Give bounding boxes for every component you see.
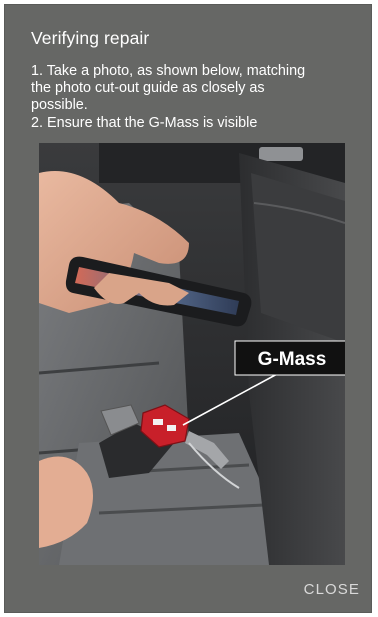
- dash-vent: [259, 147, 303, 161]
- close-button[interactable]: CLOSE: [304, 581, 360, 598]
- example-photo-illustration: G-Mass: [39, 143, 345, 565]
- example-photo: G-Mass: [39, 143, 345, 565]
- callout-label: G-Mass: [258, 349, 327, 370]
- instruction-line: the photo cut-out guide as closely as: [31, 80, 265, 97]
- instruction-line: possible.: [31, 97, 88, 114]
- instruction-line: 2. Ensure that the G-Mass is visible: [31, 114, 258, 131]
- verify-repair-dialog: Verifying repair 1. Take a photo, as sho…: [4, 4, 372, 613]
- instructions: 1. Take a photo, as shown below, matchin…: [31, 63, 361, 132]
- instruction-line: 1. Take a photo, as shown below, matchin…: [31, 63, 306, 79]
- dialog-title: Verifying repair: [31, 28, 150, 48]
